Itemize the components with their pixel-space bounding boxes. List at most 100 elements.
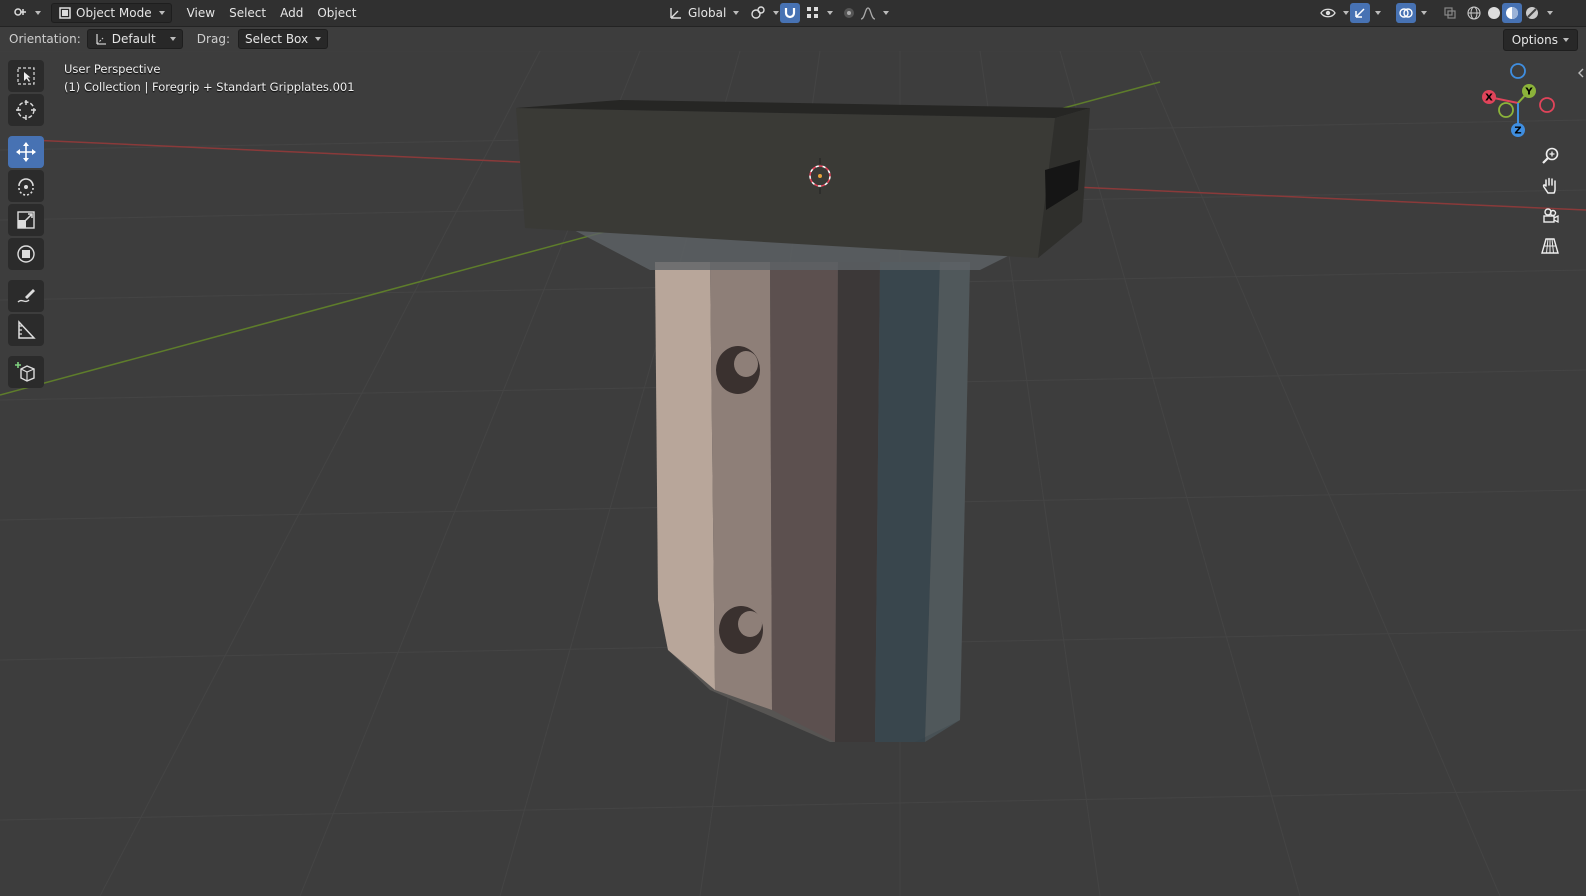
chevron-down-icon bbox=[158, 11, 165, 15]
chevron-down-icon bbox=[1563, 38, 1569, 42]
gizmo-neg-z[interactable] bbox=[1510, 63, 1526, 79]
orientation-label: Global bbox=[688, 6, 727, 20]
gizmo-x-label: X bbox=[1485, 93, 1493, 104]
chevron-down-icon bbox=[315, 37, 322, 41]
transform-icon bbox=[17, 245, 35, 263]
chevron-down-icon bbox=[827, 11, 833, 15]
gizmo-neg-x[interactable] bbox=[1539, 97, 1555, 113]
zoom-button[interactable] bbox=[1536, 142, 1564, 170]
scale-icon bbox=[17, 211, 35, 229]
gizmo-neg-y[interactable] bbox=[1498, 102, 1514, 118]
move-arrows-icon bbox=[16, 142, 36, 162]
ruler-icon bbox=[18, 320, 36, 339]
shading-wireframe-button[interactable] bbox=[1464, 3, 1484, 23]
overlay-icon bbox=[1399, 8, 1413, 18]
viewport-info: User Perspective (1) Collection | Foregr… bbox=[64, 60, 355, 96]
orientation-value: Default bbox=[111, 32, 156, 46]
rotate-tool[interactable] bbox=[8, 170, 44, 202]
falloff-curve-icon bbox=[860, 7, 876, 20]
camera-icon bbox=[1543, 208, 1559, 224]
options-label: Options bbox=[1511, 33, 1558, 47]
drag-dropdown[interactable]: Select Box bbox=[237, 29, 329, 49]
xray-toggle[interactable] bbox=[1440, 3, 1460, 23]
header-menu: View Select Add Object bbox=[180, 3, 364, 23]
sidebar-collapse-toggle[interactable] bbox=[1576, 66, 1586, 80]
orientation-axes-icon bbox=[670, 8, 681, 19]
snap-target-button[interactable] bbox=[800, 3, 839, 23]
perspective-toggle-button[interactable] bbox=[1536, 232, 1564, 260]
add-cube-tool[interactable] bbox=[8, 356, 44, 388]
mode-selector[interactable]: Object Mode bbox=[51, 3, 172, 23]
cursor-icon bbox=[16, 100, 36, 120]
pivot-point-button[interactable] bbox=[744, 3, 785, 23]
rotate-icon bbox=[18, 178, 34, 196]
menu-add[interactable]: Add bbox=[273, 3, 310, 23]
transform-tool[interactable] bbox=[8, 238, 44, 270]
proportional-edit-icon bbox=[844, 8, 854, 18]
orientation-dropdown[interactable]: Default bbox=[86, 29, 183, 49]
tool-shelf bbox=[8, 60, 48, 388]
eye-icon bbox=[1320, 8, 1336, 18]
shading-rendered-button[interactable] bbox=[1522, 3, 1542, 23]
navigation-gizmo[interactable]: X Y Z bbox=[1474, 56, 1564, 146]
orientation-default-icon bbox=[96, 34, 106, 45]
tool-settings-bar: Orientation: Default Drag: Select Box bbox=[0, 27, 1586, 51]
overlay-dropdown[interactable] bbox=[1416, 3, 1429, 23]
menu-view[interactable]: View bbox=[180, 3, 222, 23]
select-box-icon bbox=[17, 67, 35, 85]
chevron-down-icon bbox=[1421, 11, 1427, 15]
gizmo-dropdown[interactable] bbox=[1370, 3, 1383, 23]
select-box-tool[interactable] bbox=[8, 60, 44, 92]
gizmo-z-label: Z bbox=[1514, 126, 1521, 137]
pan-button[interactable] bbox=[1536, 172, 1564, 200]
shading-material-button[interactable] bbox=[1502, 3, 1522, 23]
drag-field-label: Drag: bbox=[196, 32, 230, 46]
measure-tool[interactable] bbox=[8, 314, 44, 346]
magnet-icon bbox=[784, 8, 796, 19]
snap-grid-icon bbox=[807, 7, 818, 18]
shading-dropdown[interactable] bbox=[1542, 3, 1555, 23]
cursor-tool[interactable] bbox=[8, 94, 44, 126]
shading-solid-button[interactable] bbox=[1484, 3, 1504, 23]
overlay-toggle[interactable] bbox=[1396, 3, 1416, 23]
proportional-edit-button[interactable] bbox=[836, 3, 895, 23]
collection-info: (1) Collection | Foregrip + Standart Gri… bbox=[64, 80, 355, 94]
orientation-field-label: Orientation: bbox=[9, 32, 81, 46]
perspective-grid-icon bbox=[1541, 238, 1559, 254]
gizmo-icon bbox=[1355, 8, 1365, 18]
material-sphere-icon bbox=[1506, 7, 1518, 19]
annotate-tool[interactable] bbox=[8, 280, 44, 312]
pivot-icon bbox=[751, 6, 765, 19]
chevron-down-icon bbox=[1343, 11, 1349, 15]
chevron-down-icon bbox=[35, 11, 41, 15]
hand-icon bbox=[1542, 177, 1556, 194]
chevron-left-icon bbox=[1578, 68, 1584, 78]
rendered-sphere-icon bbox=[1526, 7, 1538, 19]
solid-sphere-icon bbox=[1488, 7, 1500, 19]
chevron-down-icon bbox=[733, 11, 740, 15]
menu-select[interactable]: Select bbox=[222, 3, 273, 23]
visibility-button[interactable] bbox=[1314, 3, 1355, 23]
transform-orientation-selector[interactable]: Global bbox=[662, 3, 745, 23]
options-dropdown[interactable]: Options bbox=[1502, 29, 1578, 51]
move-tool[interactable] bbox=[8, 136, 44, 168]
xray-icon bbox=[1444, 7, 1456, 19]
gizmo-toggle[interactable] bbox=[1350, 3, 1370, 23]
scale-tool[interactable] bbox=[8, 204, 44, 236]
chevron-down-icon bbox=[883, 11, 889, 15]
camera-view-button[interactable] bbox=[1536, 202, 1564, 230]
drag-value: Select Box bbox=[244, 32, 309, 46]
add-cube-icon bbox=[15, 362, 35, 382]
wireframe-sphere-icon bbox=[1467, 6, 1481, 20]
editor-type-button[interactable] bbox=[6, 3, 47, 23]
viewport-header: Object Mode View Select Add Object Globa… bbox=[0, 0, 1586, 27]
chevron-down-icon bbox=[169, 37, 176, 41]
viewport-3d[interactable] bbox=[0, 51, 1586, 896]
menu-object[interactable]: Object bbox=[310, 3, 363, 23]
chevron-down-icon bbox=[773, 11, 779, 15]
chevron-down-icon bbox=[1375, 11, 1381, 15]
object-mode-icon bbox=[59, 7, 71, 19]
editor-type-icon bbox=[14, 8, 26, 16]
gizmo-y-label: Y bbox=[1524, 87, 1533, 98]
snap-toggle[interactable] bbox=[780, 3, 800, 23]
